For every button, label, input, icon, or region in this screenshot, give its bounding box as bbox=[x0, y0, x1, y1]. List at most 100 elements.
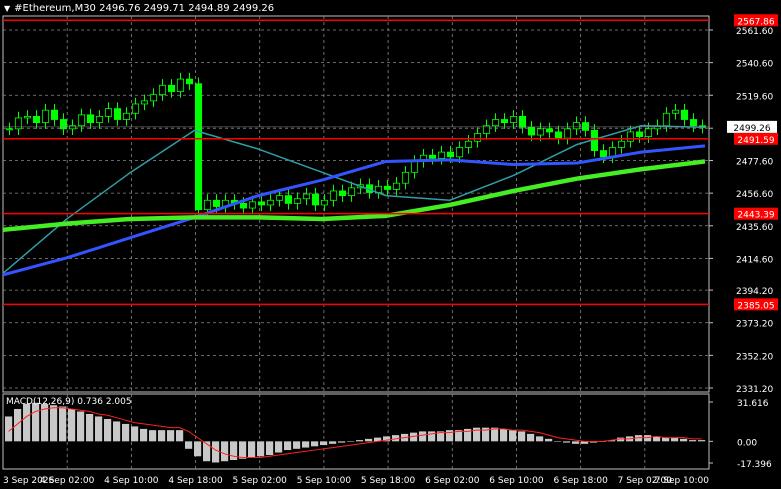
macd-histogram-bar bbox=[140, 428, 148, 442]
macd-histogram-bar bbox=[59, 406, 67, 442]
time-tick-label: 4 Sep 18:00 bbox=[168, 476, 223, 486]
macd-histogram-bar bbox=[320, 441, 328, 446]
macd-histogram-bar bbox=[545, 438, 553, 442]
macd-histogram-bar bbox=[428, 431, 436, 442]
price-tick-label: 2373.20 bbox=[736, 320, 773, 330]
candle-body bbox=[104, 108, 113, 117]
candle-body bbox=[113, 108, 122, 120]
macd-histogram-bar bbox=[671, 437, 679, 442]
macd-histogram-bar bbox=[329, 441, 337, 444]
macd-histogram-bar bbox=[284, 441, 292, 451]
candle-body bbox=[689, 119, 698, 127]
ma-mid-line bbox=[2, 144, 706, 277]
price-chart[interactable]: 2561.602540.602519.602498.402477.602456.… bbox=[0, 0, 781, 489]
macd-histogram-bar bbox=[338, 441, 346, 443]
candle-body bbox=[257, 201, 266, 206]
candle-body bbox=[347, 187, 356, 197]
candle-body bbox=[563, 128, 572, 139]
candle-body bbox=[77, 114, 86, 127]
macd-histogram-bar bbox=[185, 441, 193, 449]
macd-histogram-bar bbox=[113, 421, 121, 442]
macd-histogram-bar bbox=[194, 441, 202, 457]
candle-body bbox=[86, 114, 95, 124]
price-tick-label: 2331.20 bbox=[736, 385, 773, 395]
candle-body bbox=[644, 128, 653, 137]
candle-body bbox=[23, 115, 32, 119]
candle-body bbox=[401, 171, 410, 184]
candle-body bbox=[302, 193, 311, 200]
macd-histogram-bar bbox=[365, 438, 373, 442]
current-price-label: 2499.26 bbox=[733, 124, 770, 134]
ohlc-close: 2499.26 bbox=[232, 3, 275, 14]
candle-body bbox=[203, 199, 212, 211]
macd-histogram-bar bbox=[212, 441, 220, 463]
level-price-label: 2491.59 bbox=[737, 136, 774, 146]
price-tick-label: 2519.60 bbox=[736, 92, 773, 102]
level-price-label: 2385.05 bbox=[737, 301, 774, 311]
macd-histogram-bar bbox=[302, 441, 310, 448]
price-tick-label: 2456.60 bbox=[736, 190, 773, 200]
macd-histogram-bar bbox=[554, 441, 562, 442]
symbol-header: ▼ #Ethereum,M30 2496.76 2499.71 2494.89 2… bbox=[4, 3, 274, 14]
candle-body bbox=[176, 78, 185, 92]
candle-body bbox=[581, 122, 590, 131]
macd-histogram-bar bbox=[239, 441, 247, 459]
candle-body bbox=[158, 84, 167, 96]
macd-histogram-bar bbox=[14, 408, 22, 442]
macd-histogram-bar bbox=[509, 430, 517, 442]
collapse-triangle-icon[interactable]: ▼ bbox=[4, 4, 10, 13]
macd-histogram-bar bbox=[419, 431, 427, 442]
macd-histogram-bar bbox=[149, 430, 157, 442]
time-tick-label: 7 Sep 10:00 bbox=[655, 476, 710, 486]
macd-histogram-bar bbox=[536, 436, 544, 442]
macd-histogram-bar bbox=[86, 413, 94, 442]
ohlc-open: 2496.76 bbox=[99, 3, 141, 14]
macd-histogram-bar bbox=[32, 402, 40, 442]
time-tick-label: 5 Sep 18:00 bbox=[361, 476, 416, 486]
time-tick-label: 5 Sep 10:00 bbox=[297, 476, 352, 486]
candle-body bbox=[617, 140, 626, 148]
macd-histogram-bar bbox=[500, 428, 508, 442]
ohlc-high: 2499.71 bbox=[143, 3, 186, 14]
candle-body bbox=[149, 94, 158, 102]
candle-body bbox=[293, 198, 302, 204]
candle-body bbox=[239, 203, 248, 209]
candle-body bbox=[518, 115, 527, 128]
price-tick-label: 2435.60 bbox=[736, 223, 773, 233]
macd-tick-label: -17.396 bbox=[737, 460, 772, 470]
macd-histogram-bar bbox=[176, 430, 184, 442]
candle-body bbox=[32, 115, 41, 124]
candle-body bbox=[536, 128, 545, 136]
macd-histogram-bar bbox=[347, 441, 355, 442]
candle-body bbox=[311, 193, 320, 206]
macd-histogram-bar bbox=[131, 426, 139, 442]
time-tick-label: 6 Sep 10:00 bbox=[489, 476, 544, 486]
macd-histogram-bar bbox=[275, 441, 283, 453]
macd-histogram-bar bbox=[158, 430, 166, 442]
candle-body bbox=[464, 140, 473, 148]
macd-histogram-bar bbox=[518, 431, 526, 442]
macd-histogram-bar bbox=[572, 441, 580, 444]
candle-body bbox=[266, 199, 275, 206]
macd-histogram-bar bbox=[122, 423, 130, 442]
candle-body bbox=[509, 115, 518, 124]
macd-histogram-bar bbox=[23, 404, 31, 442]
candle-body bbox=[14, 117, 23, 130]
macd-histogram-bar bbox=[266, 441, 274, 456]
candle-body bbox=[194, 83, 203, 211]
symbol-name: #Ethereum,M30 bbox=[14, 3, 96, 14]
macd-histogram-bar bbox=[50, 405, 58, 442]
price-tick-label: 2477.60 bbox=[736, 158, 773, 168]
candle-body bbox=[392, 182, 401, 190]
candle-body bbox=[554, 131, 563, 139]
macd-histogram-bar bbox=[257, 441, 265, 457]
candle-body bbox=[662, 112, 671, 127]
candle-body bbox=[212, 199, 221, 207]
candle-body bbox=[320, 199, 329, 206]
macd-histogram-bar bbox=[527, 433, 535, 442]
macd-histogram-bar bbox=[68, 408, 76, 442]
macd-histogram-bar bbox=[680, 438, 688, 442]
macd-histogram-bar bbox=[563, 441, 571, 443]
price-tick-label: 2352.20 bbox=[736, 352, 773, 362]
macd-histogram-bar bbox=[662, 437, 670, 442]
